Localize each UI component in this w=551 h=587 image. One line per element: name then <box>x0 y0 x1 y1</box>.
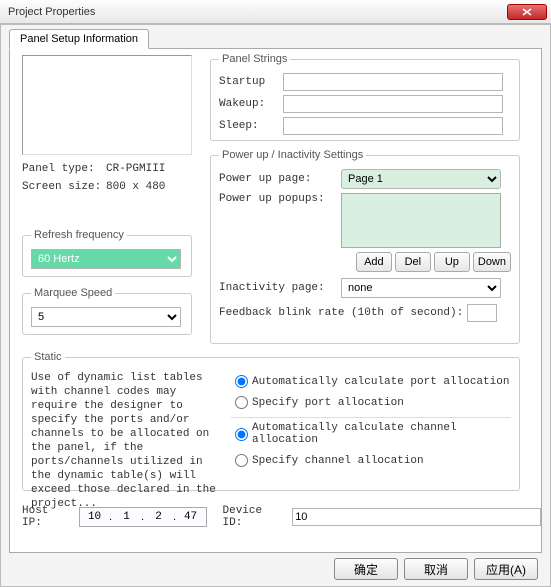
cancel-button[interactable]: 取消 <box>404 558 468 580</box>
apply-button[interactable]: 应用(A) <box>474 558 538 580</box>
wakeup-input[interactable] <box>283 95 503 113</box>
close-button[interactable] <box>507 4 547 20</box>
static-description: Use of dynamic list tables with channel … <box>31 371 221 511</box>
ip-seg-a[interactable]: 10 <box>82 511 108 523</box>
powerup-popups-list[interactable] <box>341 193 501 248</box>
startup-input[interactable] <box>283 73 503 91</box>
powerup-legend: Power up / Inactivity Settings <box>219 149 366 161</box>
inactivity-page-label: Inactivity page: <box>219 282 337 294</box>
inactivity-page-select[interactable]: none <box>341 278 501 298</box>
close-icon <box>522 8 532 16</box>
ip-seg-b[interactable]: 1 <box>114 511 140 523</box>
dialog-footer: 确定 取消 应用(A) <box>334 558 538 580</box>
blink-rate-label: Feedback blink rate (10th of second): <box>219 307 463 319</box>
sleep-label: Sleep: <box>219 120 279 132</box>
powerup-page-select[interactable]: Page 1 <box>341 169 501 189</box>
window-title: Project Properties <box>8 6 95 18</box>
marquee-speed-select[interactable]: 5 <box>31 307 181 327</box>
panel-strings-legend: Panel Strings <box>219 53 290 65</box>
titlebar: Project Properties <box>0 0 551 24</box>
radio-auto-port-label: Automatically calculate port allocation <box>252 376 509 388</box>
radio-specify-port-label: Specify port allocation <box>252 397 404 409</box>
panel-type-label: Panel type: <box>22 163 102 175</box>
ip-seg-d[interactable]: 47 <box>178 511 204 523</box>
radio-specify-channel[interactable] <box>235 454 248 467</box>
screen-size-value: 800 x 480 <box>106 181 165 193</box>
radio-specify-port[interactable] <box>235 396 248 409</box>
startup-label: Startup <box>219 76 279 88</box>
radio-auto-channel[interactable] <box>235 428 248 441</box>
powerup-group: Power up / Inactivity Settings Power up … <box>210 149 520 344</box>
refresh-frequency-group: Refresh frequency 60 Hertz <box>22 229 192 277</box>
panel-preview <box>22 55 192 155</box>
ip-seg-c[interactable]: 2 <box>146 511 172 523</box>
dialog-body: Panel Setup Information Panel type: CR-P… <box>0 24 551 587</box>
panel-type-value: CR-PGMIII <box>106 163 165 175</box>
ok-button[interactable]: 确定 <box>334 558 398 580</box>
refresh-frequency-select[interactable]: 60 Hertz <box>31 249 181 269</box>
marquee-speed-group: Marquee Speed 5 <box>22 287 192 335</box>
device-id-label: Device ID: <box>223 505 289 529</box>
static-group: Static Use of dynamic list tables with c… <box>22 351 520 491</box>
powerup-page-label: Power up page: <box>219 173 337 185</box>
add-button[interactable]: Add <box>356 252 392 272</box>
panel-strings-group: Panel Strings Startup Wakeup: Sleep: <box>210 53 520 141</box>
powerup-popups-label: Power up popups: <box>219 193 337 205</box>
marquee-legend: Marquee Speed <box>31 287 115 299</box>
static-legend: Static <box>31 351 65 363</box>
tab-label: Panel Setup Information <box>20 33 138 45</box>
host-ip-label: Host IP: <box>22 505 75 529</box>
wakeup-label: Wakeup: <box>219 98 279 110</box>
tab-panel-setup[interactable]: Panel Setup Information <box>9 29 149 49</box>
tab-page: Panel type: CR-PGMIII Screen size: 800 x… <box>9 48 542 553</box>
device-id-input[interactable] <box>292 508 541 526</box>
down-button[interactable]: Down <box>473 252 511 272</box>
blink-rate-input[interactable] <box>467 304 497 322</box>
up-button[interactable]: Up <box>434 252 470 272</box>
radio-auto-port[interactable] <box>235 375 248 388</box>
radio-specify-channel-label: Specify channel allocation <box>252 455 424 467</box>
host-ip-input[interactable]: 10. 1. 2. 47 <box>79 507 207 527</box>
screen-size-label: Screen size: <box>22 181 102 193</box>
sleep-input[interactable] <box>283 117 503 135</box>
del-button[interactable]: Del <box>395 252 431 272</box>
refresh-legend: Refresh frequency <box>31 229 127 241</box>
radio-auto-channel-label: Automatically calculate channel allocati… <box>252 422 511 446</box>
